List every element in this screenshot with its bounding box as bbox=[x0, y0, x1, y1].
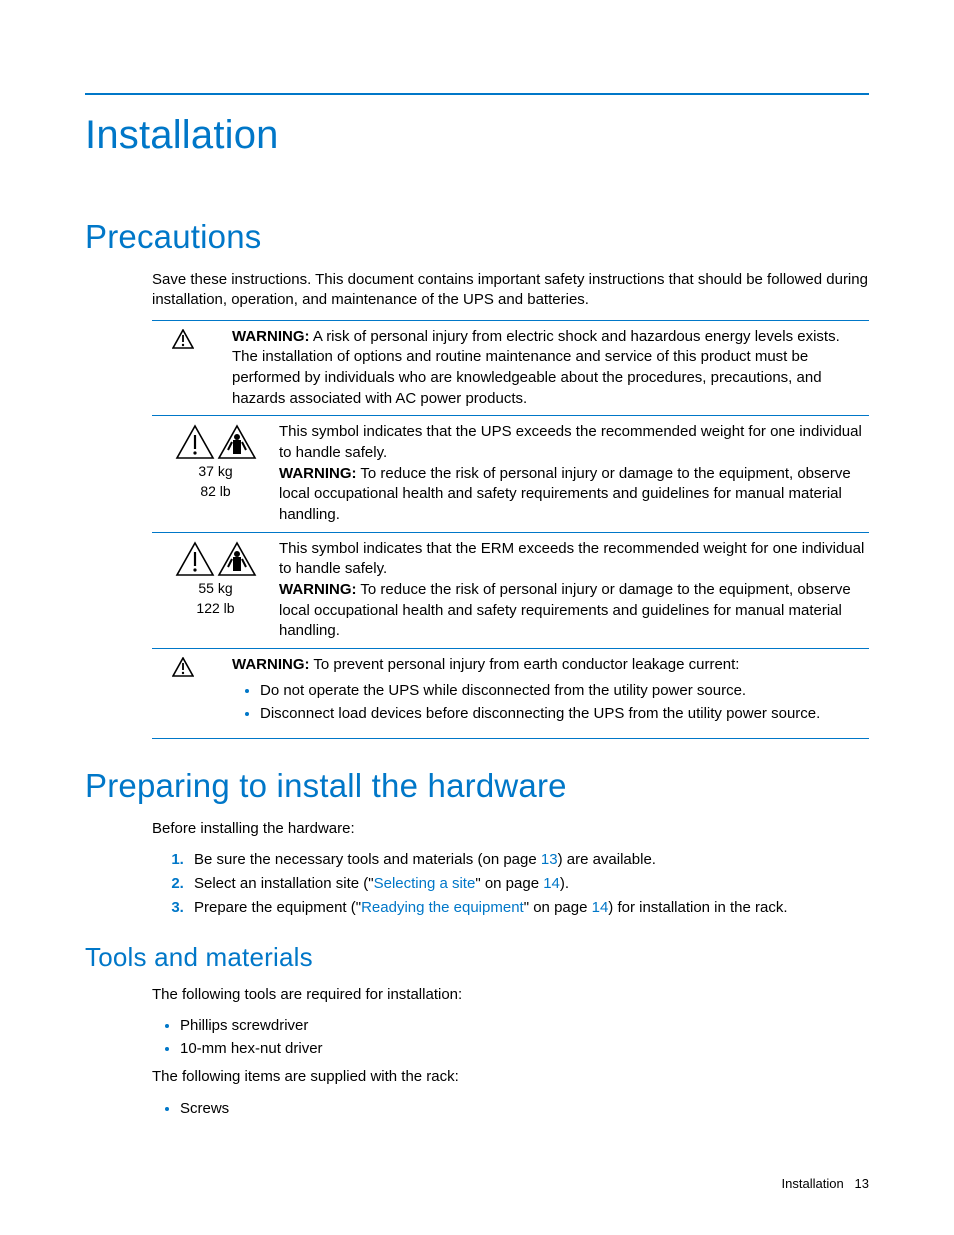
warning-label: WARNING: bbox=[279, 465, 357, 482]
list-item: Do not operate the UPS while disconnecte… bbox=[260, 680, 869, 701]
warning-label: WARNING: bbox=[279, 581, 357, 598]
warning-triangle-icon bbox=[172, 657, 194, 677]
step-text: Be sure the necessary tools and material… bbox=[194, 851, 541, 868]
warning-bullets: Do not operate the UPS while disconnecte… bbox=[232, 680, 869, 724]
xref-link[interactable]: Selecting a site bbox=[374, 875, 476, 892]
heavy-lift-icon bbox=[217, 541, 257, 577]
page-title: Installation bbox=[85, 113, 869, 158]
step-text: ) are available. bbox=[558, 851, 656, 868]
tools-required-list: Phillips screwdriver 10-mm hex-nut drive… bbox=[152, 1015, 869, 1059]
warning-pretext: This symbol indicates that the UPS excee… bbox=[279, 422, 869, 463]
tools-required-intro: The following tools are required for ins… bbox=[152, 985, 869, 1005]
list-item: Phillips screwdriver bbox=[180, 1015, 869, 1036]
step-text: Select an installation site (" bbox=[194, 875, 374, 892]
footer-section: Installation bbox=[782, 1176, 844, 1191]
warning-text: This symbol indicates that the UPS excee… bbox=[279, 422, 869, 525]
weight-lb: 122 lb bbox=[196, 599, 234, 617]
step-text: Prepare the equipment (" bbox=[194, 899, 361, 916]
list-item: Be sure the necessary tools and material… bbox=[188, 849, 869, 870]
weight-lb: 82 lb bbox=[200, 482, 230, 500]
warning-triangle-icon bbox=[175, 541, 215, 577]
preparing-steps: Be sure the necessary tools and material… bbox=[152, 849, 869, 918]
footer-page-number: 13 bbox=[855, 1176, 869, 1191]
xref-link[interactable]: Readying the equipment bbox=[361, 899, 524, 916]
step-text: ) for installation in the rack. bbox=[608, 899, 787, 916]
warning-icon-col: 55 kg 122 lb bbox=[152, 539, 279, 642]
top-rule bbox=[85, 93, 869, 95]
weight-icon-row bbox=[175, 541, 257, 577]
warning-icon-col bbox=[152, 655, 232, 732]
list-item: Disconnect load devices before disconnec… bbox=[260, 703, 869, 724]
warning-block: 55 kg 122 lb This symbol indicates that … bbox=[152, 532, 869, 649]
warning-triangle-icon bbox=[172, 329, 194, 349]
list-item: Screws bbox=[180, 1098, 869, 1119]
warning-pretext: This symbol indicates that the ERM excee… bbox=[279, 539, 869, 580]
tools-supplied-intro: The following items are supplied with th… bbox=[152, 1067, 869, 1087]
weight-kg: 55 kg bbox=[198, 579, 232, 597]
list-item: Select an installation site ("Selecting … bbox=[188, 873, 869, 894]
warning-label: WARNING: bbox=[232, 328, 310, 345]
tools-heading: Tools and materials bbox=[85, 942, 869, 973]
warning-block: 37 kg 82 lb This symbol indicates that t… bbox=[152, 415, 869, 532]
step-text: " on page bbox=[475, 875, 543, 892]
xref-link[interactable]: 14 bbox=[592, 899, 609, 916]
weight-kg: 37 kg bbox=[198, 462, 232, 480]
warning-text: WARNING: A risk of personal injury from … bbox=[232, 327, 869, 410]
weight-icon-row bbox=[175, 424, 257, 460]
warning-body: To reduce the risk of personal injury or… bbox=[279, 465, 851, 523]
page-footer: Installation 13 bbox=[782, 1176, 869, 1191]
warning-body: A risk of personal injury from electric … bbox=[232, 328, 840, 407]
warning-body: To prevent personal injury from earth co… bbox=[313, 656, 739, 673]
precautions-body: Save these instructions. This document c… bbox=[152, 270, 869, 739]
tools-body: The following tools are required for ins… bbox=[152, 985, 869, 1119]
warning-text: This symbol indicates that the ERM excee… bbox=[279, 539, 869, 642]
xref-link[interactable]: 14 bbox=[543, 875, 560, 892]
preparing-intro: Before installing the hardware: bbox=[152, 819, 869, 839]
warning-icon-col bbox=[152, 327, 232, 410]
heavy-lift-icon bbox=[217, 424, 257, 460]
warning-text: WARNING: To prevent personal injury from… bbox=[232, 655, 869, 732]
warning-label: WARNING: bbox=[232, 656, 310, 673]
list-item: 10-mm hex-nut driver bbox=[180, 1038, 869, 1059]
precautions-heading: Precautions bbox=[85, 218, 869, 256]
page: Installation Precautions Save these inst… bbox=[0, 0, 954, 1235]
warning-triangle-icon bbox=[175, 424, 215, 460]
step-text: " on page bbox=[524, 899, 592, 916]
preparing-heading: Preparing to install the hardware bbox=[85, 767, 869, 805]
preparing-body: Before installing the hardware: Be sure … bbox=[152, 819, 869, 918]
step-text: ). bbox=[560, 875, 569, 892]
precautions-intro: Save these instructions. This document c… bbox=[152, 270, 869, 311]
warning-body: To reduce the risk of personal injury or… bbox=[279, 581, 851, 639]
warning-icon-col: 37 kg 82 lb bbox=[152, 422, 279, 525]
xref-link[interactable]: 13 bbox=[541, 851, 558, 868]
tools-supplied-list: Screws bbox=[152, 1098, 869, 1119]
warning-block: WARNING: A risk of personal injury from … bbox=[152, 320, 869, 417]
list-item: Prepare the equipment ("Readying the equ… bbox=[188, 897, 869, 918]
warning-block: WARNING: To prevent personal injury from… bbox=[152, 648, 869, 739]
